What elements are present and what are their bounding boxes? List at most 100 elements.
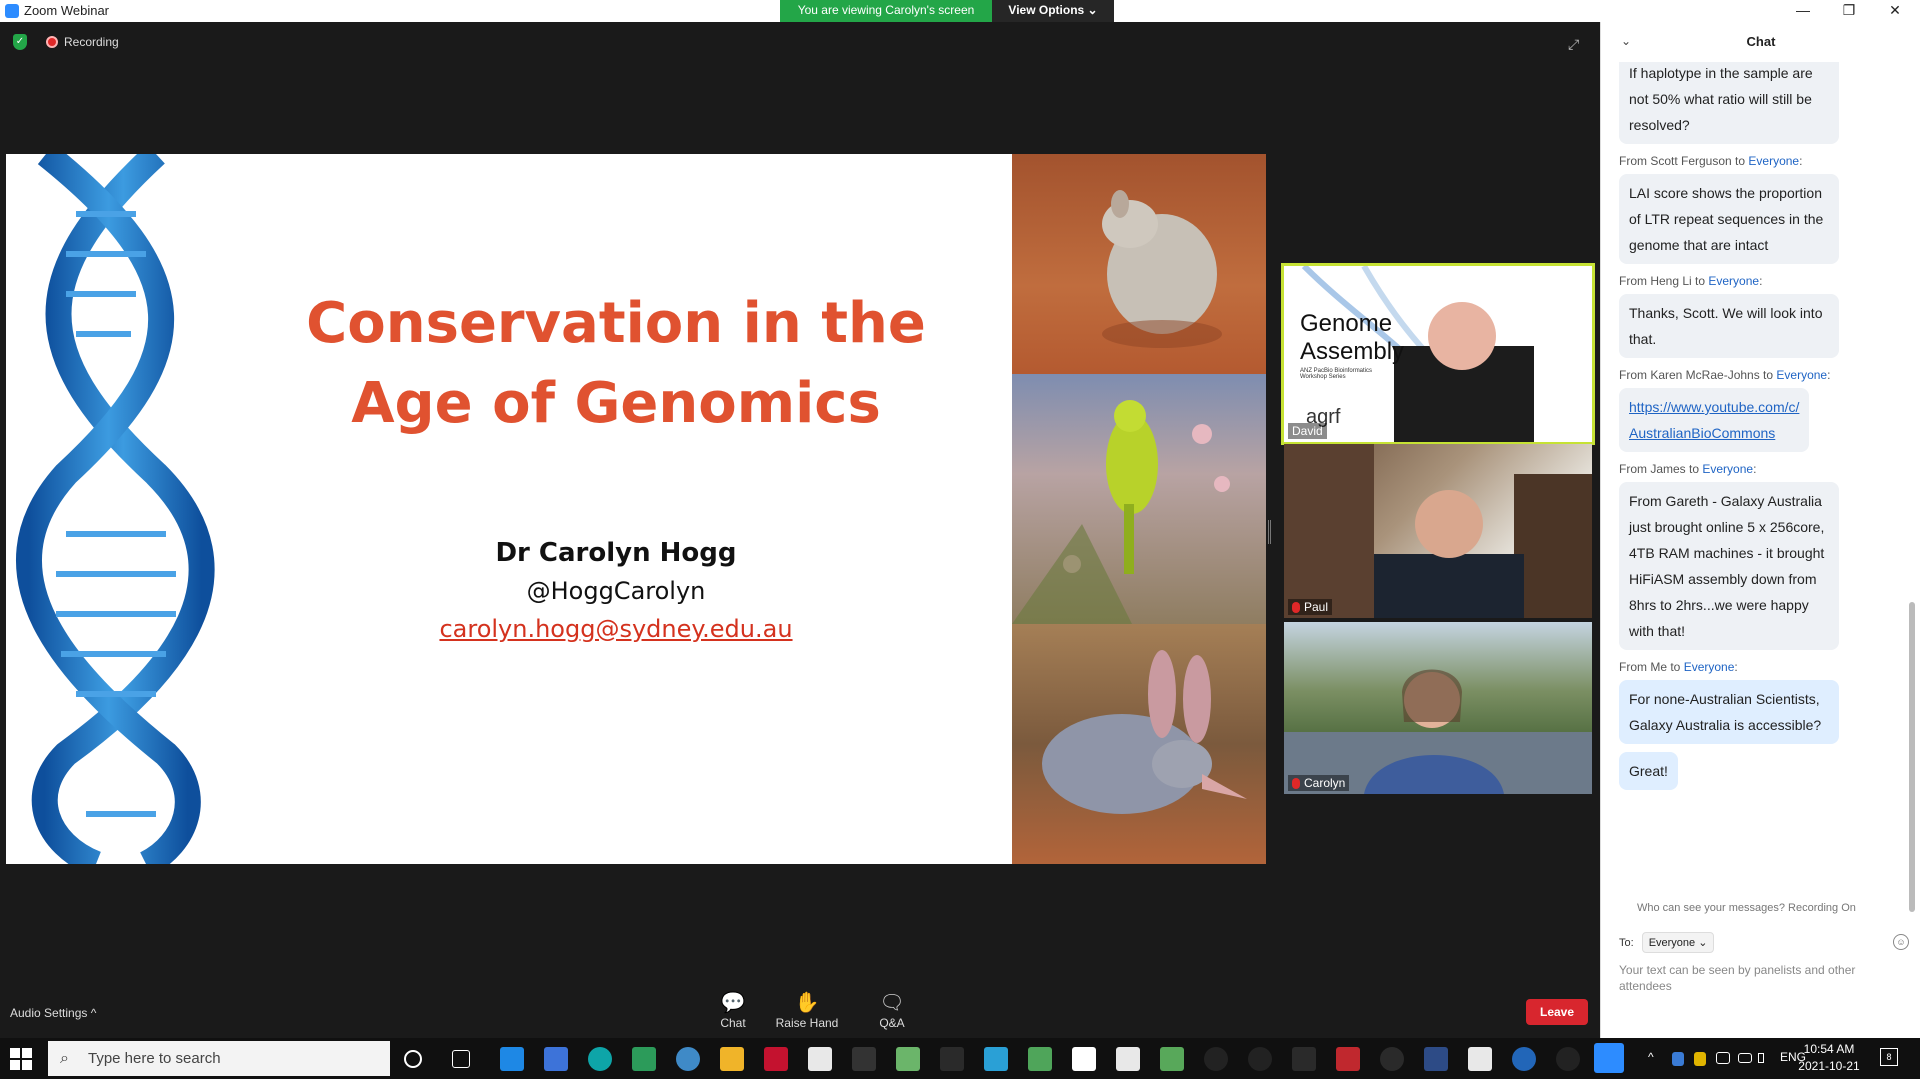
chat-scrollbar-thumb[interactable] — [1909, 602, 1915, 912]
windows-start-icon[interactable] — [10, 1048, 32, 1070]
close-button[interactable]: ✕ — [1872, 0, 1918, 22]
viewing-banner: You are viewing Carolyn's screen View Op… — [780, 0, 1114, 22]
webinar-slide-title: Genome Assembly — [1300, 310, 1405, 365]
presenter-info: Dr Carolyn Hogg @HoggCarolyn carolyn.hog… — [406, 534, 826, 648]
view-options-button[interactable]: View Options ⌄ — [992, 0, 1114, 22]
blue-app-icon[interactable] — [984, 1047, 1008, 1071]
chat-message-sender: From Me to Everyone: — [1619, 660, 1738, 674]
participant-name-david: David — [1288, 423, 1327, 439]
split-resize-handle[interactable] — [1268, 520, 1271, 544]
app-window-icon[interactable] — [544, 1047, 568, 1071]
dark-app-icon-2[interactable] — [1248, 1047, 1272, 1071]
emoji-icon[interactable]: ☺ — [1893, 934, 1909, 950]
tray-app-icon-2[interactable] — [1694, 1052, 1706, 1066]
github-icon[interactable] — [1380, 1047, 1404, 1071]
participant-label-carolyn: Carolyn — [1288, 775, 1350, 791]
zoom-taskbar-icon[interactable] — [1594, 1043, 1624, 1073]
pdf-app-icon[interactable] — [808, 1047, 832, 1071]
chat-header: Chat — [1746, 34, 1776, 49]
taskbar-search-input[interactable]: ⌕ Type here to search — [48, 1041, 390, 1076]
recording-indicator[interactable]: Recording — [46, 35, 119, 49]
parrot-photo — [1012, 374, 1266, 624]
youtube-link[interactable]: https://www.youtube.com/c/ — [1629, 399, 1799, 415]
wikipedia-icon[interactable] — [1072, 1047, 1096, 1071]
recording-label: Recording — [64, 35, 119, 49]
windows-taskbar: ⌕ Type here to search ^ ENG 10:54 AM 202… — [0, 1038, 1920, 1079]
shared-screen-slide: Conservation in the Age of Genomics Dr C… — [6, 154, 1266, 864]
zoom-app-icon — [5, 4, 19, 18]
task-view-icon[interactable] — [452, 1050, 470, 1068]
muted-mic-icon — [1292, 778, 1300, 790]
leave-button[interactable]: Leave — [1526, 999, 1588, 1025]
internet-explorer-icon[interactable] — [500, 1047, 524, 1071]
volume-icon[interactable] — [1758, 1053, 1764, 1063]
recording-dot-icon — [46, 36, 58, 48]
audio-settings-button[interactable]: Audio Settings ^ — [10, 1006, 96, 1020]
chat-message-sender: From Scott Ferguson to Everyone: — [1619, 154, 1803, 168]
participant-label-paul: Paul — [1288, 599, 1333, 615]
tray-app-icon[interactable] — [1672, 1052, 1684, 1066]
clock-time: 10:54 AM — [1803, 1042, 1855, 1056]
battery-icon[interactable] — [1716, 1052, 1730, 1064]
network-icon[interactable] — [1738, 1053, 1752, 1063]
qa-button[interactable]: 🗨 Q&A — [872, 990, 912, 1030]
folder-app-icon[interactable] — [632, 1047, 656, 1071]
chat-button[interactable]: 💬 Chat — [708, 990, 758, 1030]
viewing-screen-label: You are viewing Carolyn's screen — [780, 0, 992, 22]
chat-scrollbar[interactable] — [1909, 62, 1915, 922]
video-tile-david[interactable]: Genome Assembly ANZ PacBio Bioinformatic… — [1281, 263, 1595, 445]
chat-message-bubble: From Gareth - Galaxy Australia just brou… — [1619, 482, 1839, 650]
chat-message-bubble: LAI score shows the proportion of LTR re… — [1619, 174, 1839, 264]
restore-button[interactable]: ❐ — [1826, 0, 1872, 22]
edge-icon[interactable] — [588, 1047, 612, 1071]
notes-icon[interactable] — [1468, 1047, 1492, 1071]
chat-recipient-row: To: Everyone ⌄ — [1619, 932, 1715, 953]
chat-panel: ⌄ Chat If haplotype in the sample are no… — [1600, 22, 1920, 1038]
dark-app-icon[interactable] — [1204, 1047, 1228, 1071]
taskbar-search-placeholder: Type here to search — [88, 1050, 221, 1067]
cortana-icon[interactable] — [404, 1050, 422, 1068]
raise-hand-button[interactable]: ✋ Raise Hand — [774, 990, 840, 1030]
presenter-name: Dr Carolyn Hogg — [495, 538, 737, 568]
dark-app-icon-3[interactable] — [1556, 1047, 1580, 1071]
chat-message-list[interactable]: If haplotype in the sample are not 50% w… — [1601, 62, 1911, 912]
youtube-link-continued[interactable]: AustralianBioCommons — [1629, 425, 1775, 441]
dna-helix-image — [16, 154, 215, 864]
tray-chevron-up-icon[interactable]: ^ — [1648, 1050, 1660, 1064]
globe-icon[interactable] — [676, 1047, 700, 1071]
who-can-see-link[interactable]: Who can see your messages? Recording On — [1637, 902, 1856, 914]
qa-icon: 🗨 — [879, 992, 905, 1014]
clock-date: 2021-10-21 — [1798, 1059, 1860, 1073]
title-bar: Zoom Webinar You are viewing Carolyn's s… — [0, 0, 1920, 22]
shield-app-icon[interactable] — [1424, 1047, 1448, 1071]
fullscreen-icon[interactable]: ⤢ — [1568, 36, 1579, 53]
taskbar-clock[interactable]: 10:54 AM 2021-10-21 — [1794, 1041, 1864, 1075]
chat-input[interactable]: Your text can be seen by panelists and o… — [1619, 962, 1909, 994]
chrome-profile-icon[interactable] — [1028, 1047, 1052, 1071]
graduation-icon[interactable] — [852, 1047, 876, 1071]
muted-mic-icon — [1292, 602, 1300, 614]
w-app-icon[interactable] — [1292, 1047, 1316, 1071]
video-tile-carolyn[interactable]: Carolyn — [1284, 622, 1592, 794]
presenter-email: carolyn.hogg@sydney.edu.au — [439, 615, 793, 643]
hand-icon: ✋ — [794, 992, 820, 1014]
slide-title-line1: Conservation in the — [306, 291, 926, 356]
chat-message-bubble-me: Great! — [1619, 752, 1678, 790]
gu-app-icon[interactable] — [940, 1047, 964, 1071]
notification-center-icon[interactable]: 8 — [1880, 1048, 1898, 1066]
chrome-app-icon[interactable] — [896, 1047, 920, 1071]
file-explorer-icon[interactable] — [720, 1047, 744, 1071]
chat-button-label: Chat — [720, 1016, 746, 1030]
minimize-button[interactable]: — — [1780, 0, 1826, 22]
participant-name-carolyn: Carolyn — [1304, 776, 1346, 790]
chrome-alt-icon[interactable] — [1160, 1047, 1184, 1071]
red-app-icon[interactable] — [764, 1047, 788, 1071]
video-tile-paul[interactable]: Paul — [1284, 444, 1592, 618]
document-icon[interactable] — [1116, 1047, 1140, 1071]
security-shield-icon[interactable]: ✓ — [13, 34, 27, 50]
acrobat-icon[interactable] — [1336, 1047, 1360, 1071]
recipient-dropdown[interactable]: Everyone ⌄ — [1641, 932, 1715, 953]
chat-message-sender: From Karen McRae-Johns to Everyone: — [1619, 368, 1831, 382]
r-app-icon[interactable] — [1512, 1047, 1536, 1071]
qa-button-label: Q&A — [879, 1016, 905, 1030]
